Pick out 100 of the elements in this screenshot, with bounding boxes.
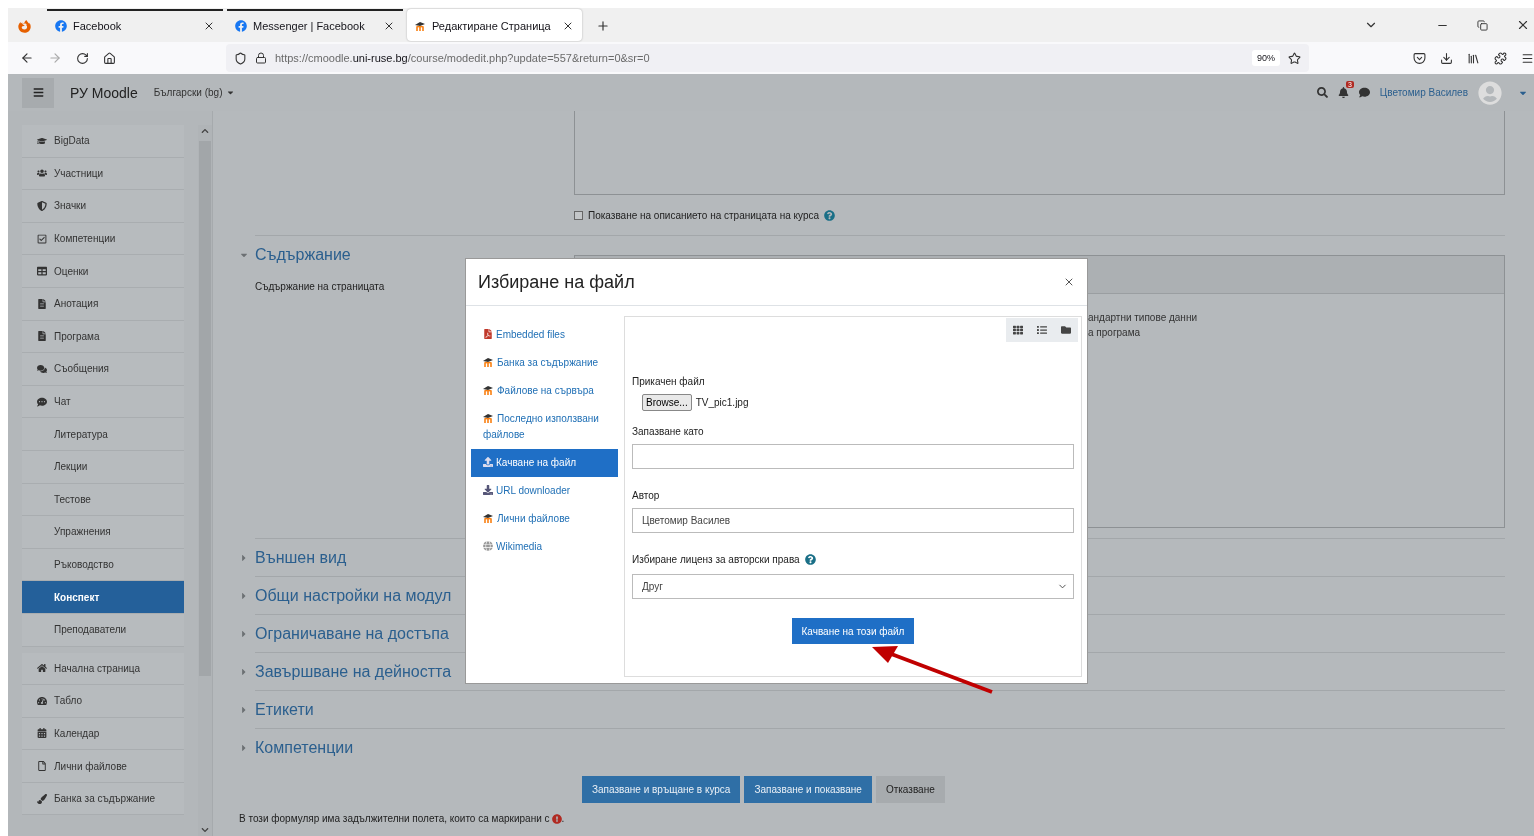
back-icon[interactable] [20, 51, 34, 65]
repository-item[interactable]: Файлове на сървъра [471, 377, 618, 405]
sidebar-item[interactable]: Тестове [22, 483, 184, 517]
close-icon[interactable] [383, 20, 395, 32]
license-select[interactable]: Друг [632, 574, 1074, 599]
repository-item[interactable]: Банка за съдържание [471, 349, 618, 377]
sidebar-item[interactable]: Литература [22, 418, 184, 451]
file-icon [37, 761, 48, 772]
sidebar-item[interactable]: Програма [22, 320, 184, 354]
sidebar-item[interactable]: Ръководство [22, 548, 184, 582]
bell-icon[interactable] [1337, 87, 1349, 98]
site-name[interactable]: РУ Moodle [70, 84, 138, 101]
graduation-cap-icon [37, 135, 48, 146]
close-icon[interactable] [1516, 18, 1530, 32]
sidebar-item[interactable]: Начална страница [22, 652, 184, 686]
star-icon[interactable] [1288, 51, 1301, 65]
shield-icon [234, 51, 247, 65]
close-icon[interactable] [203, 20, 215, 32]
repository-item[interactable]: Embedded files [471, 321, 618, 349]
field-label: Прикачен файл [632, 376, 706, 387]
menu-button[interactable] [22, 77, 54, 108]
sidebar-item[interactable]: BigData [22, 125, 184, 158]
repository-item[interactable]: Качване на файл [471, 449, 618, 477]
download-icon[interactable] [1440, 51, 1453, 65]
pocket-icon[interactable] [1413, 51, 1426, 65]
user-name[interactable]: Цветомир Василев [1379, 87, 1468, 98]
sidebar-item[interactable]: Календар [22, 717, 184, 751]
pdf-icon [483, 329, 493, 339]
repository-item[interactable]: Последно използвани файлове [471, 405, 618, 449]
caret-icon [226, 88, 236, 97]
hat-icon [483, 514, 494, 523]
menu-icon [32, 87, 44, 98]
library-icon[interactable] [1467, 51, 1480, 65]
upload-button[interactable]: Качване на този файл [791, 618, 915, 644]
editor-text: андартни типове данни [1088, 312, 1198, 323]
folder-icon[interactable] [1054, 318, 1078, 342]
hat-icon [415, 21, 426, 31]
repository-item[interactable]: URL downloader [471, 477, 618, 505]
required-note-end: . [561, 813, 565, 824]
sidebar-item[interactable]: Конспект [22, 581, 184, 614]
field-label: Съдържание на страницата [255, 281, 385, 292]
repository-item[interactable]: Лични файлове [471, 505, 618, 533]
sidebar-item[interactable]: Преподаватели [22, 613, 184, 647]
sidebar-item[interactable]: Анотация [22, 287, 184, 321]
section-title[interactable]: Общи настройки на модул [255, 586, 452, 605]
chat-icon[interactable] [1358, 87, 1370, 98]
zoom-level[interactable]: 90% [1252, 50, 1280, 66]
section-title[interactable]: Съдържание [255, 245, 351, 264]
grid-view-icon[interactable] [1006, 318, 1030, 342]
table-icon [37, 266, 48, 277]
help-icon[interactable] [804, 554, 816, 565]
shield-icon [37, 201, 48, 211]
sidebar-item[interactable]: Компетенции [22, 222, 184, 256]
restore-icon[interactable] [1477, 19, 1488, 31]
field-label: Избиране лиценз за авторски права [632, 554, 800, 565]
new-tab-icon[interactable] [596, 19, 610, 33]
globe-icon [483, 541, 493, 551]
sidebar-item[interactable]: Лични файлове [22, 750, 184, 783]
facebook-logo-icon [235, 20, 247, 32]
section-title[interactable]: Етикети [255, 700, 314, 719]
download-icon [483, 485, 493, 495]
input-field[interactable] [632, 444, 1074, 469]
save-button[interactable]: Запазване и връщане в курса [582, 776, 741, 803]
input-field[interactable]: Цветомир Василев [632, 508, 1074, 533]
page-icon [37, 331, 48, 342]
save-button[interactable]: Запазване и показване [744, 776, 872, 803]
sidebar-item[interactable]: Лекции [22, 450, 184, 484]
facebook-logo-icon [55, 20, 67, 32]
dashboard-icon [37, 695, 48, 706]
close-icon[interactable] [562, 20, 574, 32]
dialog-title: Избиране на файл [478, 271, 636, 293]
browser-tab[interactable]: Редактиране Страница [407, 9, 582, 41]
address-field[interactable]: https://cmoodle.uni-ruse.bg/course/modedit.php?update=557&return=0&sr=0 90% [226, 44, 1309, 72]
browse-button[interactable]: Browse... [642, 394, 692, 411]
sidebar-item[interactable]: Съобщения [22, 353, 184, 386]
repository-item[interactable]: Wikimedia [471, 533, 618, 561]
section-title[interactable]: Външен вид [255, 548, 347, 567]
file-name: TV_pic1.jpg [695, 397, 749, 408]
home-icon[interactable] [103, 51, 116, 65]
field-label: Запазване като [632, 426, 705, 437]
sidebar-item[interactable]: Банка за съдържание [22, 782, 184, 816]
page-icon [37, 298, 48, 309]
checkbox[interactable] [574, 211, 583, 220]
cancel-button[interactable]: Отказване [875, 776, 945, 803]
sidebar-item[interactable]: Табло [22, 685, 184, 718]
close-icon[interactable] [1063, 276, 1075, 288]
hat-icon [483, 386, 494, 395]
sidebar-item[interactable]: Значки [22, 190, 184, 223]
search-icon[interactable] [1316, 87, 1328, 98]
reload-icon[interactable] [76, 51, 89, 65]
puzzle-icon[interactable] [1494, 51, 1507, 65]
help-icon[interactable] [824, 210, 836, 221]
sidebar-item[interactable]: Чат [22, 385, 184, 419]
sidebar-item[interactable]: Упражнения [22, 516, 184, 549]
menu-icon[interactable] [1521, 51, 1534, 65]
language-menu[interactable]: Български (bg) [153, 87, 236, 98]
browser-logo-icon[interactable] [18, 20, 31, 33]
sidebar-item[interactable]: Участници [22, 157, 184, 191]
hat-icon [483, 414, 494, 423]
sidebar-item[interactable]: Оценки [22, 255, 184, 288]
